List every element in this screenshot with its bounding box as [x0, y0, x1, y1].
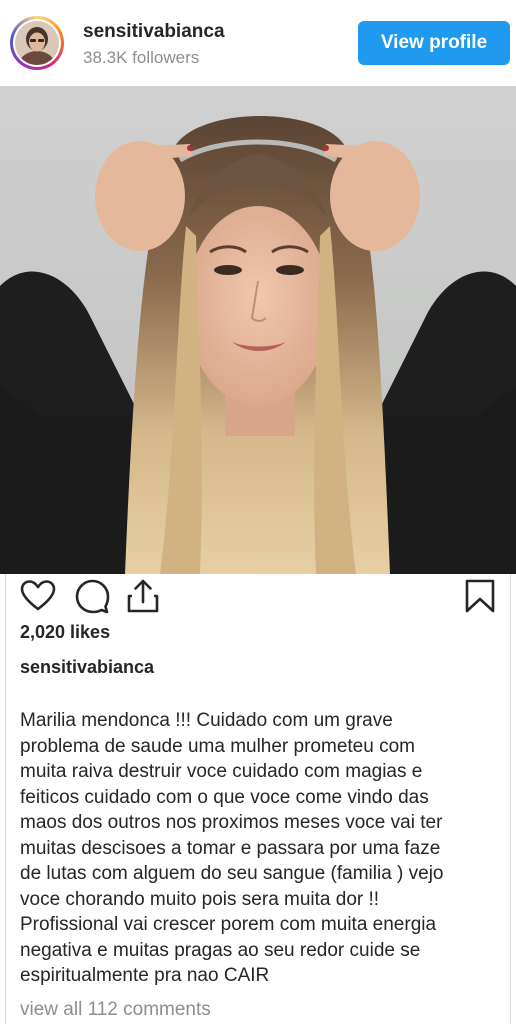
post-header: sensitivabianca 38.3K followers View pro…	[0, 0, 516, 86]
caption-line: Profissional vai crescer porem com muita…	[20, 914, 437, 935]
card-border-right	[510, 574, 511, 1024]
comment-icon[interactable]	[72, 576, 112, 621]
caption-line: Marilia mendonca !!! Cuidado com um grav…	[20, 710, 393, 731]
follower-count: 38.3K followers	[83, 48, 200, 67]
post-image[interactable]	[0, 86, 516, 574]
view-all-comments-link[interactable]: view all 112 comments	[20, 999, 211, 1021]
caption-line: espiritualmente pra nao CAIR	[20, 965, 270, 986]
post-photo	[0, 86, 516, 574]
avatar[interactable]	[10, 16, 64, 70]
like-count[interactable]: 2,020 likes	[20, 622, 110, 643]
heart-icon[interactable]	[18, 576, 58, 621]
caption-line: feiticos cuidado com o que voce come vin…	[20, 786, 429, 808]
card-border-left	[5, 574, 6, 1024]
caption-line: voce chorando muito pois sera muita dor …	[20, 888, 380, 910]
instagram-embed: sensitivabianca 38.3K followers View pro…	[0, 0, 516, 1024]
caption-line: problema de saude uma mulher prometeu co…	[20, 735, 415, 757]
share-icon[interactable]	[123, 576, 163, 621]
avatar-photo	[15, 21, 59, 65]
post-caption: Marilia mendonca !!! Cuidado com um grav…	[20, 708, 490, 989]
account-username[interactable]: sensitivabianca	[83, 20, 225, 44]
caption-line: negativa e muitas pragas ao seu redor cu…	[20, 939, 421, 961]
view-profile-button[interactable]: View profile	[358, 21, 510, 65]
caption-line: muita raiva destruir voce cuidado com ma…	[20, 761, 423, 782]
action-bar	[0, 574, 516, 618]
caption-line: muitas descisoes a tomar e passara por u…	[20, 837, 441, 859]
caption-line: de lutas com alguem do seu sangue (famil…	[20, 863, 444, 884]
account-info: sensitivabianca 38.3K followers	[83, 20, 225, 69]
caption-line: maos dos outros nos proximos meses voce …	[20, 812, 443, 833]
caption-username[interactable]: sensitivabianca	[20, 657, 154, 678]
bookmark-icon[interactable]	[460, 576, 500, 621]
avatar-ring	[13, 19, 61, 67]
